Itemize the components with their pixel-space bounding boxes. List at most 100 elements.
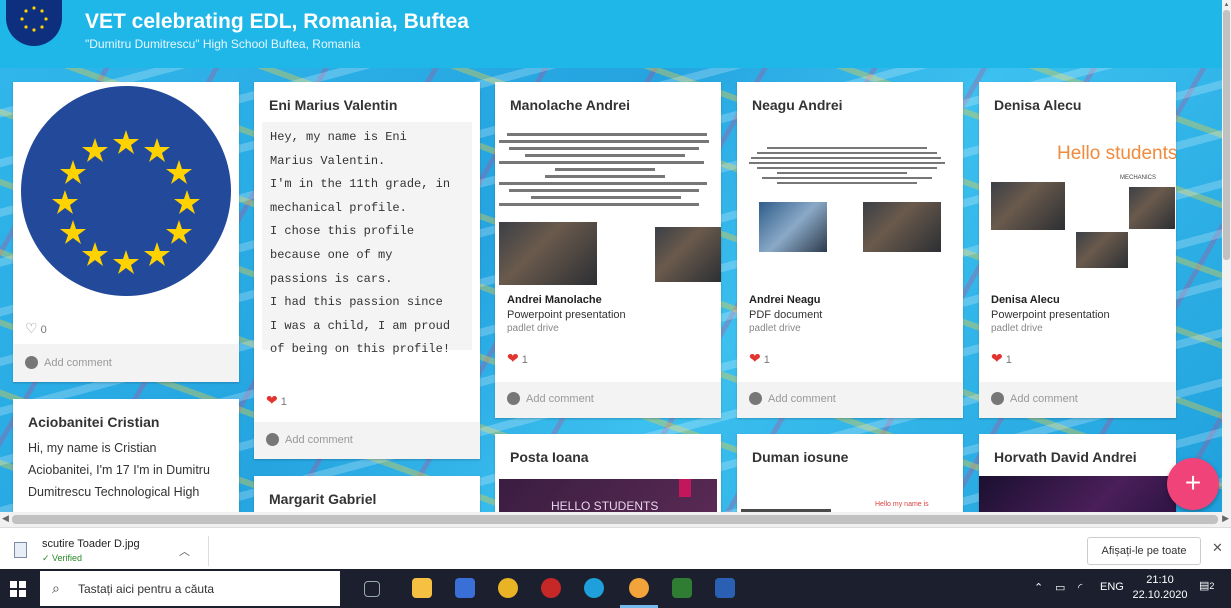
add-comment-button[interactable]: Add comment [266,433,353,446]
padlet-title: VET celebrating EDL, Romania, Buftea [85,10,469,33]
attachment-source: padlet drive [991,323,1043,334]
attachment-source: padlet drive [507,323,559,334]
download-bar: scutire Toader D.jpg ✓ Verified ︿ Afișaț… [0,527,1231,570]
post-card-posta[interactable]: Posta Ioana HELLO STUDENTS [495,434,721,512]
language-indicator[interactable]: ENG [1100,581,1124,593]
add-comment-button[interactable]: Add comment [991,392,1078,405]
engine-photo [863,202,941,252]
scroll-thumb[interactable] [12,515,1218,524]
like-button[interactable]: ❤ 1 [991,350,1012,367]
word-icon[interactable] [715,578,735,598]
chrome-icon[interactable] [498,578,518,598]
post-card-horvath[interactable]: Horvath David Andrei [979,434,1176,512]
windows-start-icon[interactable] [10,581,26,597]
wifi-icon[interactable]: ◜ [1078,581,1082,594]
avatar [507,392,520,405]
store-icon[interactable] [455,578,475,598]
attachment-title: Andrei Neagu [749,294,821,306]
attachment-preview[interactable]: Hello my name is [741,499,959,512]
file-explorer-icon[interactable] [412,578,432,598]
post-card-eni[interactable]: Eni Marius Valentin Hey, my name is Eni … [254,82,480,459]
chrome-active-icon[interactable] [629,578,649,598]
avatar [991,392,1004,405]
add-comment-button[interactable]: Add comment [749,392,836,405]
download-item[interactable]: scutire Toader D.jpg ✓ Verified ︿ [14,536,209,566]
post-card-neagu[interactable]: Neagu Andrei Andrei Neagu PDF document p… [737,82,963,418]
attachment-preview[interactable]: Hello students MECHANICS [979,127,1176,287]
attachment-preview[interactable]: HELLO STUDENTS [499,479,717,512]
post-body: Hi, my name is Cristian Aciobanitei, I'm… [28,437,210,503]
close-icon[interactable]: ✕ [1212,540,1223,556]
avatar [266,433,279,446]
add-comment-label: Add comment [285,434,353,446]
add-comment-label: Add comment [44,357,112,369]
like-count: 1 [1005,354,1012,366]
chevron-up-icon[interactable]: ︿ [179,543,190,559]
like-button[interactable]: ❤ 1 [266,392,287,409]
show-all-downloads-button[interactable]: Afișați-le pe toate [1087,537,1201,565]
avatar [25,356,38,369]
post-line: Marius Valentin. [270,153,386,168]
engine-photo [655,227,721,282]
scroll-left-icon[interactable]: ◀ [2,513,9,524]
like-button[interactable]: ♡ 0 [25,320,47,337]
thumb-text: Hello my name is [875,501,929,508]
post-card-margarit[interactable]: Margarit Gabriel [254,476,480,512]
like-button[interactable]: ❤ 1 [507,350,528,367]
student-photo [991,182,1065,230]
add-comment-label: Add comment [768,393,836,405]
like-button[interactable]: ❤ 1 [749,350,770,367]
vertical-scrollbar[interactable]: ▲ [1222,0,1231,512]
taskbar-search[interactable]: ⌕ Tastați aici pentru a căuta [40,571,340,606]
clock-date: 22.10.2020 [1132,589,1188,601]
post-card-eu-flag[interactable]: ♡ 0 Add comment [13,82,239,382]
heart-icon: ❤ [266,392,278,408]
heart-icon: ❤ [507,350,519,366]
app-icon[interactable] [541,578,561,598]
post-author-name: Eni Marius Valentin [269,97,398,113]
engine-photo [1129,187,1175,229]
comment-footer: Add comment [254,422,480,459]
attachment-title: Andrei Manolache [507,294,602,306]
scroll-thumb[interactable] [1223,10,1230,260]
post-card-denisa[interactable]: Denisa Alecu Hello students MECHANICS De… [979,82,1176,418]
clock-time: 21:10 [1146,574,1174,586]
post-line: because one of my [270,247,393,262]
thumb-text: HELLO STUDENTS [551,499,659,512]
attachment-type: PDF document [749,309,823,321]
edge-icon[interactable] [584,578,604,598]
scroll-right-icon[interactable]: ▶ [1222,513,1229,524]
post-card-aciobanitei[interactable]: Aciobanitei Cristian Hi, my name is Cris… [13,399,239,512]
download-file-name: scutire Toader D.jpg [42,538,140,550]
post-card-duman[interactable]: Duman iosune Hello my name is [737,434,963,512]
notification-center-icon[interactable]: ▤2 [1199,579,1214,592]
tray-chevron-icon[interactable]: ⌃ [1034,581,1043,594]
bookmark-icon [679,479,691,497]
like-count: 0 [40,324,47,336]
attachment-preview[interactable] [979,476,1176,512]
horizontal-scrollbar[interactable]: ◀ ▶ [0,512,1231,527]
scroll-up-icon[interactable]: ▲ [1222,2,1231,9]
post-author-name: Posta Ioana [510,449,589,465]
attachment-preview[interactable] [737,127,963,287]
heart-outline-icon: ♡ [25,320,38,336]
excel-like-icon[interactable] [672,578,692,598]
taskbar-clock[interactable]: 21:10 22.10.2020 [1130,573,1190,603]
post-line: Dumitrescu Technological High [28,485,200,499]
avatar [749,392,762,405]
comment-footer: Add comment [979,382,1176,418]
attachment-preview[interactable] [495,127,721,287]
post-author-name: Duman iosune [752,449,849,465]
battery-icon[interactable]: ▭ [1055,581,1065,594]
add-comment-button[interactable]: Add comment [25,356,112,369]
add-comment-button[interactable]: Add comment [507,392,594,405]
post-body-code: Hey, my name is Eni Marius Valentin. I'm… [262,122,472,356]
add-post-button[interactable]: + [1167,458,1219,510]
padlet-header: VET celebrating EDL, Romania, Buftea "Du… [0,0,1231,68]
task-view-icon[interactable] [364,581,380,597]
thumb-heading: Hello students [1057,143,1176,164]
windows-taskbar: ⌕ Tastați aici pentru a căuta ⌃ ▭ ◜ ENG … [0,569,1231,608]
post-card-manolache[interactable]: Manolache Andrei Andrei Manolache Powerp… [495,82,721,418]
thumb-caption: MECHANICS [1120,175,1157,181]
like-count: 1 [280,396,287,408]
